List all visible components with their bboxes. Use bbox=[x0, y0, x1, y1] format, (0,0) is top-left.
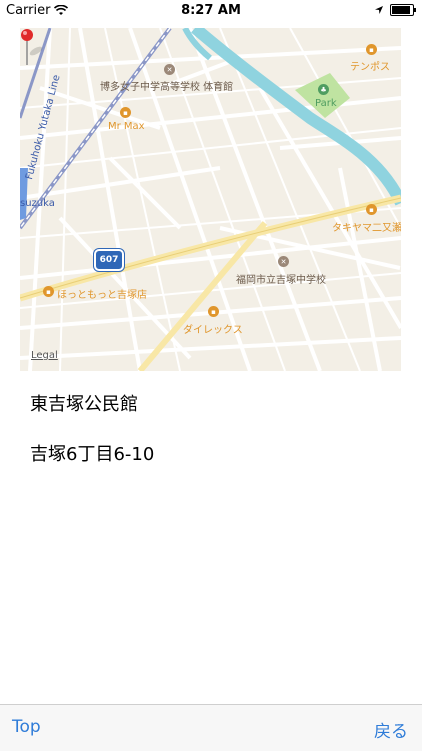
shop-icon: ▪ bbox=[366, 204, 377, 215]
facility-address: 吉塚6丁目6-10 bbox=[30, 444, 155, 465]
map-label-direx: ダイレックス bbox=[183, 325, 243, 336]
restaurant-icon: ▪ bbox=[43, 286, 54, 297]
shop-icon: ▪ bbox=[208, 306, 219, 317]
school-icon: ✕ bbox=[278, 256, 289, 267]
battery-icon bbox=[390, 4, 416, 16]
back-button[interactable]: 戻る bbox=[374, 717, 408, 742]
bottom-toolbar: Top 戻る bbox=[0, 704, 422, 751]
location-arrow-icon bbox=[375, 6, 383, 14]
status-bar: Carrier 8:27 AM bbox=[0, 0, 422, 22]
shop-icon: ▪ bbox=[120, 107, 131, 118]
tree-icon: ♣ bbox=[318, 84, 329, 95]
status-right bbox=[374, 4, 416, 16]
top-button[interactable]: Top bbox=[12, 717, 41, 737]
map-label-station: suzuka bbox=[20, 198, 55, 209]
map-label-mrmax: Mr Max bbox=[108, 121, 145, 132]
shop-icon: ▪ bbox=[366, 44, 377, 55]
status-time: 8:27 AM bbox=[181, 3, 241, 18]
map-label-school-bottom: 福岡市立吉塚中学校 bbox=[236, 275, 326, 286]
map-label-school-top: 博多女子中学高等学校 体育館 bbox=[100, 82, 234, 93]
map-label-tenpos: テンポス bbox=[350, 62, 390, 73]
route-badge: 607 bbox=[94, 249, 124, 271]
legal-link[interactable]: Legal bbox=[31, 350, 58, 361]
map-pin-icon[interactable] bbox=[20, 28, 50, 68]
map-label-park: Park bbox=[315, 98, 337, 109]
facility-name: 東吉塚公民館 bbox=[30, 394, 138, 415]
map-view[interactable]: テンポス ▪ Park ♣ 博多女子中学高等学校 体育館 ✕ Mr Max ▪ … bbox=[20, 28, 401, 371]
school-icon: ✕ bbox=[164, 64, 175, 75]
map-label-hottomotto: ほっともっと吉塚店 bbox=[57, 290, 147, 301]
map-label-takiyama: タキヤマ二又瀬 bbox=[332, 223, 401, 234]
